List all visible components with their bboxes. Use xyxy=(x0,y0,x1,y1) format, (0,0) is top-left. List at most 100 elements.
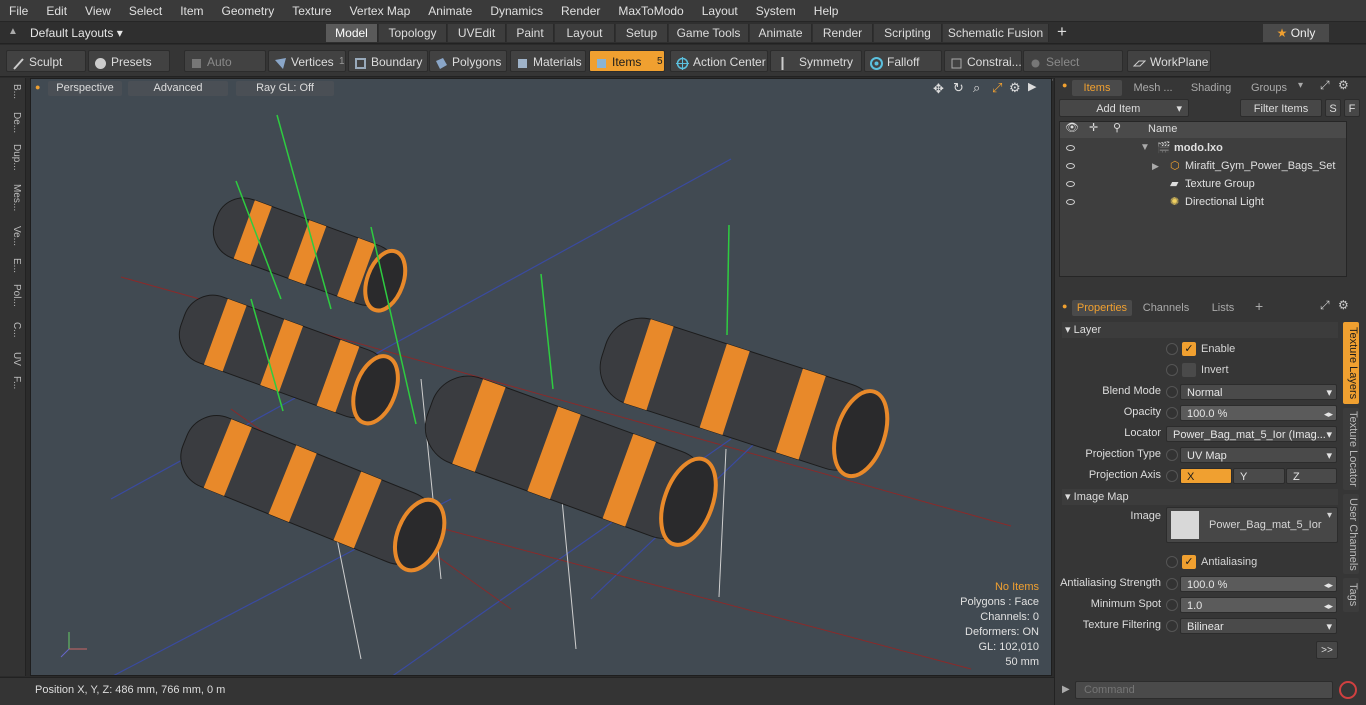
menu-render[interactable]: Render xyxy=(552,0,609,22)
add-item-button[interactable]: Add Item ▾ xyxy=(1059,99,1189,117)
props-gear-icon[interactable]: ⚙ xyxy=(1338,298,1349,312)
axis-z-button[interactable]: Z xyxy=(1286,468,1337,484)
materials-button[interactable]: Materials xyxy=(510,50,586,72)
tab-setup[interactable]: Setup xyxy=(616,24,668,42)
pop-out-icon[interactable]: ⤢ xyxy=(1320,298,1330,313)
add-tab-icon[interactable]: + xyxy=(1057,22,1067,42)
expand-arrow-icon[interactable]: ▶ xyxy=(1028,80,1036,93)
tab-lists[interactable]: Lists xyxy=(1200,300,1246,316)
tab-model[interactable]: Model xyxy=(326,24,378,42)
only-toggle[interactable]: ★ Only xyxy=(1263,24,1329,42)
select-through-button[interactable]: Select Through xyxy=(1023,50,1123,91)
opacity-field[interactable]: 100.0 % ◂▸ xyxy=(1180,405,1337,421)
s-button[interactable]: S xyxy=(1325,99,1341,117)
tab-render[interactable]: Render xyxy=(813,24,873,42)
record-icon[interactable] xyxy=(1339,681,1357,699)
filter-items-button[interactable]: Filter Items xyxy=(1240,99,1322,117)
left-tab-basic[interactable]: B... xyxy=(4,84,22,99)
f-button[interactable]: F xyxy=(1344,99,1360,117)
left-tab-polygon[interactable]: Pol... xyxy=(4,284,22,307)
axis-x-button[interactable]: X xyxy=(1180,468,1232,484)
eye-icon[interactable] xyxy=(1066,145,1075,151)
eye-icon[interactable] xyxy=(1066,181,1075,187)
menu-edit[interactable]: Edit xyxy=(37,0,76,22)
raygl-button[interactable]: Ray GL: Off xyxy=(236,81,334,96)
antialiasing-checkbox[interactable]: ✓ xyxy=(1182,555,1196,569)
pop-out-icon[interactable]: ⤢ xyxy=(1320,78,1330,93)
item-row-texture-group[interactable]: ▰ Texture Group xyxy=(1060,175,1346,193)
eye-icon[interactable] xyxy=(1066,199,1075,205)
items-button[interactable]: Items xyxy=(589,50,665,72)
item-row-mesh[interactable]: ▶ ⬡ Mirafit_Gym_Power_Bags_Set ... xyxy=(1060,157,1346,190)
power-bags[interactable] xyxy=(171,190,897,578)
visibility-column-icon[interactable]: 👁 xyxy=(1065,121,1079,134)
aa-strength-anim-dot[interactable] xyxy=(1166,578,1178,590)
viewport-menu-icon[interactable]: ● xyxy=(35,82,40,92)
zoom-icon[interactable]: ⌕ xyxy=(973,80,980,96)
item-row-scene[interactable]: ▼ 🎬 modo.lxo xyxy=(1060,139,1346,157)
blend-anim-dot[interactable] xyxy=(1166,386,1178,398)
eye-icon[interactable] xyxy=(1066,163,1075,169)
shading-advanced-button[interactable]: Advanced xyxy=(128,81,228,96)
tab-properties[interactable]: Properties xyxy=(1072,300,1132,316)
tab-groups[interactable]: Groups xyxy=(1242,80,1296,96)
left-tab-uv[interactable]: UV xyxy=(4,352,22,366)
left-tab-deform[interactable]: De... xyxy=(4,112,22,133)
left-tab-mesh[interactable]: Mes... xyxy=(4,184,22,211)
left-tab-fusion[interactable]: F... xyxy=(4,376,22,389)
image-select[interactable]: Power_Bag_mat_5_Ior ▾ xyxy=(1166,507,1338,543)
side-tab-texture-layers[interactable]: Texture Layers xyxy=(1343,322,1359,404)
type-column-icon[interactable]: ⚲ xyxy=(1113,121,1121,134)
collapse-icon[interactable]: ▲ xyxy=(8,26,18,37)
tab-layout[interactable]: Layout xyxy=(555,24,615,42)
image-map-section[interactable]: ▾ Image Map xyxy=(1062,489,1338,505)
proj-axis-anim-dot[interactable] xyxy=(1166,470,1178,482)
antialias-anim-dot[interactable] xyxy=(1166,556,1178,568)
tab-game-tools[interactable]: Game Tools xyxy=(669,24,749,42)
presets-button[interactable]: Presets xyxy=(88,50,170,72)
rotate-icon[interactable]: ↻ xyxy=(953,80,964,96)
tab-schematic-fusion[interactable]: Schematic Fusion xyxy=(943,24,1049,42)
menu-maxtomodo[interactable]: MaxToModo xyxy=(609,0,692,22)
tab-uvedit[interactable]: UVEdit xyxy=(448,24,506,42)
polygons-button[interactable]: Polygons xyxy=(429,50,507,72)
default-layouts-dropdown[interactable]: Default Layouts ▾ xyxy=(30,22,123,44)
blend-mode-select[interactable]: Normal ▾ xyxy=(1180,384,1337,400)
axis-y-button[interactable]: Y xyxy=(1233,468,1285,484)
left-tab-vertex[interactable]: Ve... xyxy=(4,226,22,246)
3d-viewport[interactable]: No Items Polygons : Face Channels: 0 Def… xyxy=(30,78,1052,676)
tab-topology[interactable]: Topology xyxy=(379,24,447,42)
collapse-arrow-icon[interactable]: ▼ xyxy=(1140,139,1150,157)
min-spot-field[interactable]: 1.0 ◂▸ xyxy=(1180,597,1337,613)
boundary-button[interactable]: Boundary xyxy=(348,50,428,72)
expand-arrow-icon[interactable]: ▶ xyxy=(1152,157,1159,175)
constraints-button[interactable]: Constrai... xyxy=(944,50,1022,72)
tab-items[interactable]: Items xyxy=(1072,80,1122,96)
side-tab-user-channels[interactable]: User Channels xyxy=(1343,494,1359,574)
menu-geometry[interactable]: Geometry xyxy=(213,0,284,22)
side-tab-tags[interactable]: Tags xyxy=(1343,578,1359,612)
enable-checkbox[interactable]: ✓ xyxy=(1182,342,1196,356)
action-center-button[interactable]: Action Center xyxy=(670,50,768,72)
maximize-icon[interactable]: ⤢ xyxy=(992,80,1002,96)
more-button[interactable]: >> xyxy=(1316,641,1338,659)
falloff-button[interactable]: Falloff xyxy=(864,50,942,72)
props-menu-icon[interactable]: ● xyxy=(1062,301,1067,311)
menu-dynamics[interactable]: Dynamics xyxy=(481,0,552,22)
add-tab-icon[interactable]: + xyxy=(1255,298,1263,314)
left-tab-curve[interactable]: C... xyxy=(4,322,22,338)
menu-vertex-map[interactable]: Vertex Map xyxy=(341,0,420,22)
menu-select[interactable]: Select xyxy=(120,0,171,22)
symmetry-button[interactable]: Symmetry xyxy=(770,50,862,72)
left-tab-edge[interactable]: E... xyxy=(4,258,22,273)
lock-column-icon[interactable]: ✛ xyxy=(1089,121,1098,134)
tab-shading[interactable]: Shading xyxy=(1184,80,1238,96)
menu-help[interactable]: Help xyxy=(805,0,848,22)
menu-animate[interactable]: Animate xyxy=(419,0,481,22)
opacity-anim-dot[interactable] xyxy=(1166,407,1178,419)
name-column-header[interactable]: Name xyxy=(1148,123,1177,135)
min-spot-anim-dot[interactable] xyxy=(1166,599,1178,611)
menu-file[interactable]: File xyxy=(0,0,37,22)
command-input[interactable] xyxy=(1075,681,1333,699)
left-tab-duplicate[interactable]: Dup... xyxy=(4,144,22,171)
